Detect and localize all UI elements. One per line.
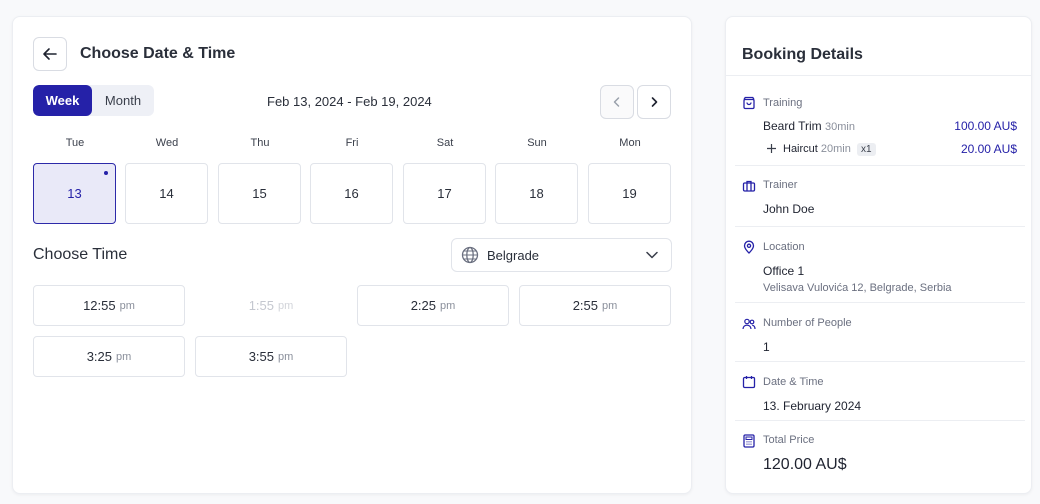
timezone-value: Belgrade (487, 247, 540, 263)
training-label: Training (763, 97, 803, 109)
divider (735, 420, 1025, 421)
total-label: Total Price (763, 434, 815, 446)
divider (735, 361, 1025, 362)
booking-details-card: Booking Details Training Beard Trim 30mi… (725, 16, 1032, 494)
extra-price: 20.00 AU$ (960, 142, 1017, 156)
day-cell[interactable]: 16 (310, 163, 393, 224)
choose-time-heading: Choose Time (33, 246, 128, 263)
day-number: 15 (252, 186, 267, 201)
chevron-left-icon (613, 97, 620, 107)
globe-icon (461, 246, 479, 264)
divider (735, 165, 1025, 166)
extra-line: Haircut 20min x1 (783, 143, 876, 156)
slot-time: 12:55 (83, 298, 116, 313)
month-tab[interactable]: Month (92, 85, 154, 116)
extra-duration: 20min (820, 143, 851, 155)
day-cell[interactable]: 18 (495, 163, 578, 224)
service-price: 100.00 AU$ (954, 119, 1017, 133)
weekday-label: Mon (619, 137, 641, 149)
arrow-left-icon (43, 48, 57, 60)
extra-name: Haircut (783, 143, 818, 155)
service-duration: 30min (825, 121, 855, 133)
timezone-select[interactable]: Belgrade (451, 238, 672, 272)
people-label: Number of People (763, 317, 852, 329)
availability-dot (104, 171, 108, 175)
trainer-value: John Doe (763, 202, 815, 216)
time-slot-disabled: 1:55 pm (195, 285, 347, 326)
previous-week-button[interactable] (600, 85, 634, 119)
divider (735, 302, 1025, 303)
day-number: 16 (344, 186, 359, 201)
day-cell[interactable]: 17 (403, 163, 486, 224)
location-address: Velisava Vulovića 12, Belgrade, Serbia (763, 282, 952, 294)
slot-ampm: pm (278, 299, 294, 312)
slot-ampm: pm (440, 299, 456, 312)
day-number: 13 (67, 186, 82, 201)
date-range: Feb 13, 2024 - Feb 19, 2024 (267, 94, 432, 109)
day-cell[interactable]: 14 (125, 163, 208, 224)
users-icon (742, 318, 756, 330)
calculator-icon (743, 434, 755, 448)
people-value: 1 (763, 340, 770, 354)
weekday-label: Sun (527, 137, 547, 149)
extra-quantity-badge: x1 (856, 143, 876, 156)
time-slot[interactable]: 2:25 pm (357, 285, 509, 326)
time-slot[interactable]: 2:55 pm (519, 285, 671, 326)
day-cell-selected[interactable]: 13 (33, 163, 116, 224)
trainer-label: Trainer (763, 179, 798, 191)
slot-time: 3:25 (86, 349, 113, 364)
page-title: Choose Date & Time (80, 45, 236, 62)
day-number: 14 (159, 186, 174, 201)
day-number: 17 (437, 186, 452, 201)
day-cell[interactable]: 19 (588, 163, 671, 224)
week-tab[interactable]: Week (33, 85, 92, 116)
total-price: 120.00 AU$ (763, 456, 847, 473)
slot-time: 1:55 (248, 298, 275, 313)
datetime-label: Date & Time (763, 376, 824, 388)
slot-ampm: pm (119, 299, 135, 312)
location-label: Location (763, 241, 805, 253)
weekday-label: Sat (436, 137, 454, 149)
time-slot[interactable]: 12:55 pm (33, 285, 185, 326)
briefcase-icon (742, 180, 756, 192)
time-slot[interactable]: 3:25 pm (33, 336, 185, 377)
time-slot[interactable]: 3:55 pm (195, 336, 347, 377)
day-cell[interactable]: 15 (218, 163, 301, 224)
weekday-label: Fri (345, 137, 359, 149)
chevron-right-icon (651, 97, 658, 107)
location-pin-icon (743, 240, 755, 254)
booking-details-title: Booking Details (742, 46, 863, 63)
chevron-down-icon (646, 251, 658, 259)
shopping-bag-icon (743, 96, 755, 110)
plus-icon (767, 144, 776, 153)
datetime-value: 13. February 2024 (763, 399, 862, 413)
slot-time: 2:25 (410, 298, 437, 313)
service-line: Beard Trim 30min (763, 119, 855, 133)
weekday-label: Wed (155, 137, 179, 149)
slot-time: 2:55 (572, 298, 599, 313)
view-toggle: Week Month (33, 85, 154, 116)
day-number: 19 (622, 186, 637, 201)
divider (735, 226, 1025, 227)
calendar-icon (742, 376, 756, 389)
divider (726, 75, 1031, 76)
slot-ampm: pm (602, 299, 618, 312)
location-value: Office 1 (763, 264, 805, 278)
next-week-button[interactable] (637, 85, 671, 119)
service-name: Beard Trim (763, 119, 822, 133)
back-button[interactable] (33, 37, 67, 71)
slot-ampm: pm (116, 350, 132, 363)
slot-time: 3:55 (248, 349, 275, 364)
day-number: 18 (529, 186, 544, 201)
slot-ampm: pm (278, 350, 294, 363)
weekday-label: Thu (250, 137, 270, 149)
booking-card: Choose Date & Time Week Month Feb 13, 20… (12, 16, 692, 494)
weekday-label: Tue (65, 137, 85, 149)
